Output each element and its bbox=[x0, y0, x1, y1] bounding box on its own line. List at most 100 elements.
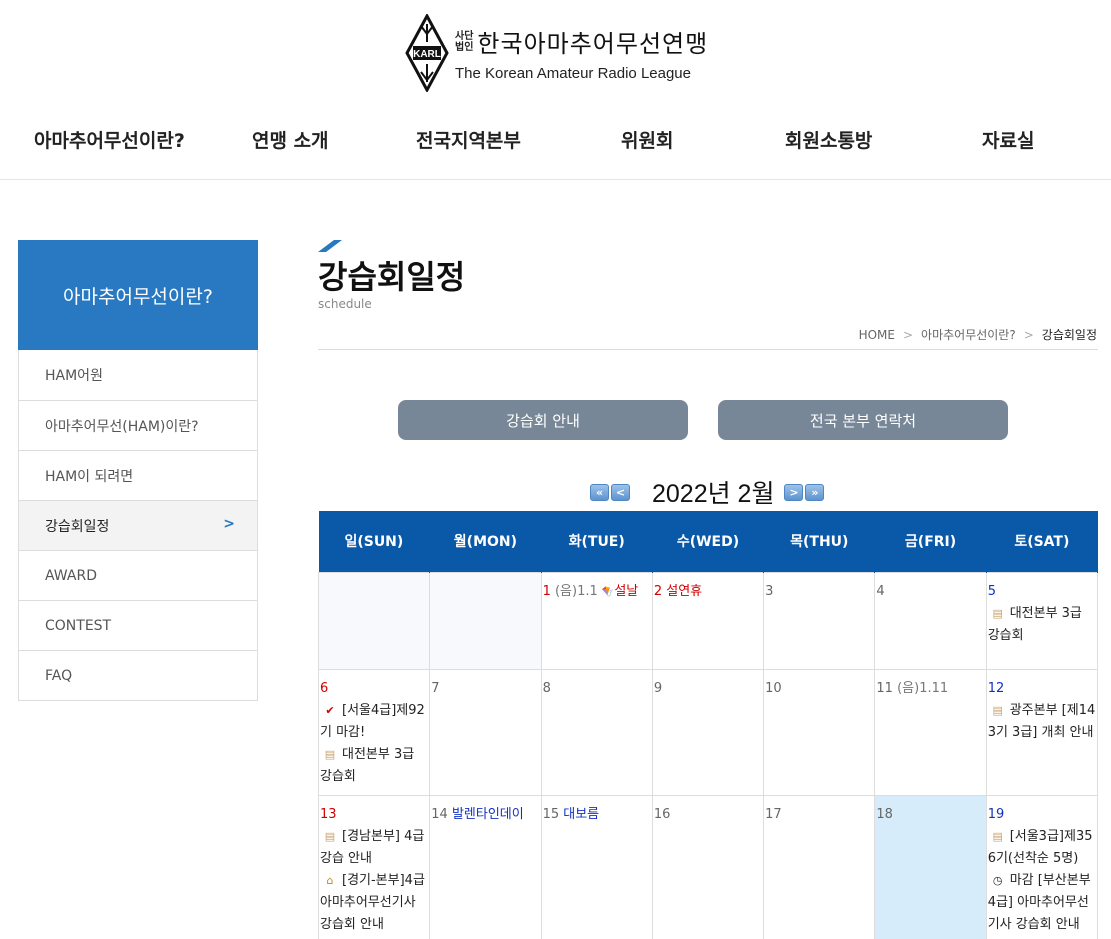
day-number: 18 bbox=[876, 806, 893, 822]
day-number: 16 bbox=[653, 806, 671, 822]
day-number: 7 bbox=[431, 680, 440, 696]
calendar-day-cell[interactable]: 3 bbox=[763, 571, 876, 670]
day-number: 11 bbox=[876, 680, 893, 696]
weekday-header: 목(THU) bbox=[763, 511, 876, 572]
calendar-day-cell[interactable]: 9 bbox=[651, 668, 765, 796]
calendar-day-cell[interactable]: 8 bbox=[540, 668, 653, 796]
svg-text:KARL: KARL bbox=[413, 49, 441, 60]
day-number: 13 bbox=[320, 806, 337, 822]
calendar-day-cell[interactable]: 16 bbox=[651, 794, 765, 939]
sidebar-item-ham-origin[interactable]: HAM어원 bbox=[19, 350, 257, 400]
memo-icon: ▤ bbox=[324, 829, 336, 843]
sidebar-item-faq[interactable]: FAQ bbox=[19, 650, 257, 700]
weekday-header-row: 일(SUN) 월(MON) 화(TUE) 수(WED) 목(THU) 금(FRI… bbox=[318, 511, 1099, 572]
gnb-item-regional-hq[interactable]: 전국지역본부 bbox=[416, 126, 521, 153]
site-header: KARL 사단 법인 한국아마추어무선연맹 The Korean Amateur… bbox=[0, 0, 1111, 180]
day-number: 14 bbox=[431, 806, 448, 822]
day-number: 17 bbox=[765, 806, 782, 822]
logo-corp-label: 사단 법인 bbox=[455, 30, 474, 53]
day-number: 1 bbox=[542, 583, 551, 599]
logo-name-en: The Korean Amateur Radio League bbox=[455, 65, 691, 82]
calendar-day-cell[interactable]: 14 발렌타인데이 bbox=[429, 794, 542, 939]
breadcrumb-separator-icon: > bbox=[1023, 327, 1034, 342]
day-number: 15 bbox=[542, 806, 560, 822]
breadcrumb-separator-icon: > bbox=[902, 327, 914, 342]
calendar-today-cell[interactable]: 18 bbox=[874, 794, 987, 939]
lunar-date: (음)1.1 bbox=[550, 583, 602, 599]
prev-month-button[interactable]: < bbox=[611, 483, 630, 501]
breadcrumb: HOME > 아마추어무선이란? > 강습회일정 bbox=[859, 326, 1097, 343]
page-subtitle: schedule bbox=[318, 297, 372, 311]
sidebar-item-award[interactable]: AWARD bbox=[19, 550, 257, 600]
next-year-button[interactable]: » bbox=[805, 483, 825, 501]
weekday-header: 화(TUE) bbox=[541, 511, 653, 572]
page-title: 강습회일정 bbox=[318, 258, 466, 296]
calendar-week-row: 13 ▤ [경남본부] 4급강습 안내 ⌂ [경기-본부]4급 아마추어무선기사 강… bbox=[317, 794, 1099, 939]
global-nav: 아마추어무선이란? 연맹 소개 전국지역본부 위원회 회원소통방 자료실 bbox=[0, 118, 1111, 162]
gnb-item-community[interactable]: 회원소통방 bbox=[785, 126, 872, 153]
calendar-nav: « < 2022년 2월 > » bbox=[590, 474, 826, 510]
memo-icon: ▤ bbox=[992, 829, 1003, 843]
day-number: 2 bbox=[653, 583, 663, 599]
memo-icon: ▤ bbox=[992, 606, 1003, 620]
calendar-week-row: 6 ✔ [서울4급]제92기 마감! ▤ 대전본부 3급 강습회 7 8 9 10 … bbox=[317, 668, 1099, 796]
day-number: 6 bbox=[320, 680, 329, 696]
breadcrumb-section[interactable]: 아마추어무선이란? bbox=[921, 326, 1016, 343]
weekday-header: 토(SAT) bbox=[986, 511, 1099, 572]
calendar-title: 2022년 2월 bbox=[652, 480, 775, 508]
day-number: 19 bbox=[987, 806, 1005, 822]
gnb-item-about-ham[interactable]: 아마추어무선이란? bbox=[34, 126, 185, 153]
day-number: 3 bbox=[765, 583, 774, 599]
calendar-day-cell[interactable]: 11 (음)1.11 bbox=[874, 668, 987, 796]
holiday-label: 발렌타인데이 bbox=[447, 806, 524, 822]
lunar-date: (음)1.11 bbox=[892, 680, 949, 696]
sidebar-item-contest[interactable]: CONTEST bbox=[19, 600, 257, 650]
sidebar-item-schedule[interactable]: 강습회일정 > bbox=[19, 500, 257, 550]
breadcrumb-home[interactable]: HOME bbox=[859, 328, 895, 342]
holiday-label: 설날 bbox=[614, 583, 639, 599]
day-number: 5 bbox=[987, 583, 996, 599]
calendar-day-cell[interactable]: 2 설연휴 bbox=[651, 571, 765, 670]
next-month-button[interactable]: > bbox=[784, 483, 804, 501]
course-guide-button[interactable]: 강습회 안내 bbox=[398, 400, 688, 440]
calendar-day-cell[interactable]: 19 ▤ [서울3급]제356기(선착순 5명) ◷ 마감 [부산본부4급] 아마추… bbox=[985, 794, 1099, 939]
calendar-empty-cell bbox=[317, 571, 431, 670]
gnb-item-archive[interactable]: 자료실 bbox=[982, 126, 1034, 153]
title-divider bbox=[318, 349, 1098, 350]
gnb-item-committee[interactable]: 위원회 bbox=[621, 126, 673, 153]
sidebar-item-label: 아마추어무선(HAM)이란? bbox=[45, 418, 199, 435]
holiday-label: 대보름 bbox=[559, 806, 600, 822]
calendar-day-cell[interactable]: 7 bbox=[429, 668, 542, 796]
clock-icon: ◷ bbox=[992, 873, 1003, 887]
sidebar-item-become-ham[interactable]: HAM이 되려면 bbox=[19, 450, 257, 500]
calendar-week-row: 1 (음)1.1 🪁설날 2 설연휴 3 4 5 ▤ 대전본부 3급 강습회 bbox=[317, 571, 1099, 670]
sidebar-item-label: AWARD bbox=[45, 567, 97, 584]
calendar-day-cell[interactable]: 12 ▤ 광주본부 [제143기 3급] 개최 안내 bbox=[985, 668, 1099, 796]
calendar-day-cell[interactable]: 1 (음)1.1 🪁설날 bbox=[540, 571, 653, 670]
sidebar-title: 아마추어무선이란? bbox=[18, 240, 258, 350]
gnb-item-league-intro[interactable]: 연맹 소개 bbox=[252, 126, 329, 153]
calendar-day-cell[interactable]: 5 ▤ 대전본부 3급 강습회 bbox=[985, 571, 1099, 670]
sidebar-item-what-is-ham[interactable]: 아마추어무선(HAM)이란? bbox=[19, 400, 257, 450]
calendar-day-cell[interactable]: 4 bbox=[874, 571, 987, 670]
sidebar-item-label: FAQ bbox=[45, 667, 73, 684]
day-number: 4 bbox=[876, 583, 885, 599]
sidebar-item-label: 강습회일정 bbox=[45, 518, 110, 535]
site-logo[interactable]: KARL 사단 법인 한국아마추어무선연맹 The Korean Amateur… bbox=[405, 14, 708, 92]
sidebar-item-label: CONTEST bbox=[45, 617, 112, 634]
calendar-day-cell[interactable]: 15 대보름 bbox=[540, 794, 653, 939]
prev-year-button[interactable]: « bbox=[590, 483, 609, 501]
chevron-right-icon: > bbox=[223, 516, 235, 532]
memo-icon: ▤ bbox=[992, 703, 1003, 717]
weekday-header: 월(MON) bbox=[429, 511, 542, 572]
hq-contacts-button[interactable]: 전국 본부 연락처 bbox=[718, 400, 1008, 440]
holiday-label: 설연휴 bbox=[662, 583, 703, 599]
logo-name-ko: 한국아마추어무선연맹 bbox=[477, 30, 709, 58]
breadcrumb-current: 강습회일정 bbox=[1041, 328, 1097, 342]
calendar-day-cell[interactable]: 13 ▤ [경남본부] 4급강습 안내 ⌂ [경기-본부]4급 아마추어무선기사 강… bbox=[317, 794, 431, 939]
calendar-day-cell[interactable]: 10 bbox=[763, 668, 876, 796]
calendar-day-cell[interactable]: 6 ✔ [서울4급]제92기 마감! ▤ 대전본부 3급 강습회 bbox=[317, 668, 431, 796]
calendar-day-cell[interactable]: 17 bbox=[763, 794, 876, 939]
calendar-table: 일(SUN) 월(MON) 화(TUE) 수(WED) 목(THU) 금(FRI… bbox=[317, 511, 1099, 939]
sidebar-item-label: HAM어원 bbox=[45, 368, 103, 384]
